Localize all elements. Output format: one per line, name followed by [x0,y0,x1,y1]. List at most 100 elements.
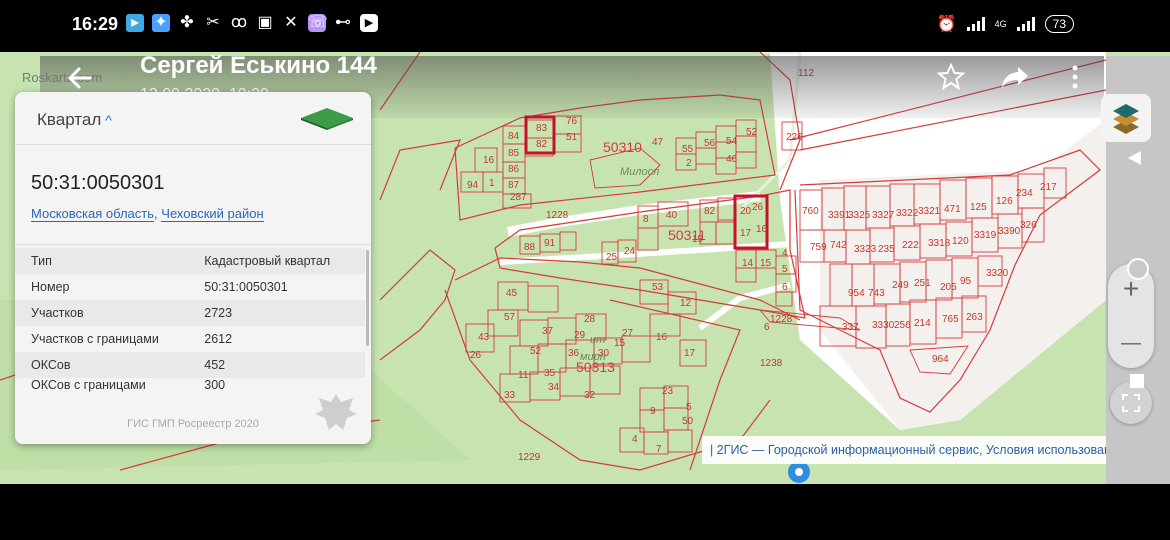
parcel-number: 125 [970,202,987,213]
parcel-number: 3318 [928,238,951,249]
status-bar: 16:29 ▸ ✦ ✤ ✂ ꝏ ▣ ✕ ☏ ⊷ ▶ ⏰ 4G 73 [0,0,1170,52]
parcel-number: 29 [574,330,586,341]
quarter-label: 50310 [603,139,642,155]
youtube-icon: ▶ [360,14,378,32]
parcel-number: 8 [643,214,649,225]
parcel-number: 759 [810,242,827,253]
parcel-number: 6 [782,282,788,293]
map-attribution[interactable]: | 2ГИС — Городской информационный сервис… [702,436,1160,464]
parcel-number: 56 [704,138,716,149]
place-label: Милосл [620,166,659,178]
parcel-number: 251 [914,278,931,289]
parcel-number: 3325 [848,210,871,221]
parcel-number: 26 [470,350,482,361]
quarter-number: 50:31:0050301 [31,172,165,194]
more-button[interactable] [1060,62,1090,92]
row-label: Номер [31,280,70,294]
parcel-number: 28 [584,314,596,325]
parcel-number: 3321 [918,206,941,217]
place-label: ит [590,334,605,346]
parcel-number: 34 [548,382,560,393]
parcel-number: 54 [726,136,738,147]
star-button[interactable] [936,62,966,92]
row-value: Кадастровый квартал [196,248,365,274]
car-icon: ⊷ [335,14,351,31]
zoom-slider-handle[interactable] [1127,258,1149,280]
parcel-number: 82 [536,139,548,150]
layers-icon [1113,104,1139,134]
chevron-up-icon[interactable]: ^ [105,112,112,128]
parcel-number: 3330 [872,320,895,331]
parcel-number: 46 [726,154,738,165]
divider [15,244,371,245]
signal-icon [966,17,985,31]
back-button[interactable] [64,62,96,94]
collapse-panel-icon[interactable] [1128,151,1141,165]
parcel-number: 24 [624,246,636,257]
parcel-number: 15 [760,258,772,269]
parcel-number: 37 [542,326,554,337]
parcel-number: 2 [686,158,692,169]
zoom-out-button[interactable]: — [1108,320,1154,366]
region-link[interactable]: Московская область [31,206,155,222]
parcel-number: 249 [892,280,909,291]
parcel-number: 287 [510,192,527,203]
fan-icon: ✤ [180,14,194,31]
parcel-number: 14 [742,258,754,269]
row-label: Участков [15,300,197,326]
parcel-number: 53 [652,282,664,293]
table-row: Участков 2723 [15,300,365,326]
district-link[interactable]: Чеховский район [161,206,264,222]
parcel-number: 6 [764,322,770,333]
parcel-number: 16 [756,224,768,235]
properties-table: Тип Кадастровый квартал Номер 50:31:005030… [15,248,365,394]
parcel-number: 26 [752,202,764,213]
parcel-number: 1229 [518,452,541,463]
parcel-number: 25 [606,252,618,263]
table-row: Участков с границами 2612 [15,326,365,352]
parcel-number: 214 [914,318,931,329]
parcel-number: 27 [622,328,634,339]
parcel-number: 1 [489,178,495,189]
parcel-number: 85 [508,148,520,159]
parcel-number: 20 [740,206,752,217]
parcel-number: 45 [506,288,518,299]
parcel-number: 3323 [854,244,877,255]
row-label: ОКСов с границами [31,378,146,392]
parcel-number: 222 [902,240,919,251]
parcel-number: 263 [966,312,983,323]
parcel-number: 15 [614,338,626,349]
tools-icon: ✕ [284,14,298,31]
network-type: 4G [994,19,1007,29]
share-button[interactable] [1000,62,1030,92]
parcel-number: 11 [518,370,529,381]
quarter-info-panel: Квартал ^ 50:31:0050301 Московская област… [15,92,371,444]
parcel-number: 234 [1016,188,1033,199]
parcel-number: 36 [568,348,580,359]
parcel-number: 235 [878,244,895,255]
parcel-number: 19 [692,234,704,245]
parcel-number: 5 [782,264,788,275]
media-title: Сергей Еськино 144 [140,52,377,79]
parcel-number: 326 [1020,220,1037,231]
parcel-number: 52 [746,127,758,138]
parcel-number: 9 [650,406,656,417]
status-time: 16:29 [72,14,119,34]
layers-button[interactable] [1101,94,1151,142]
parcel-number: 12 [680,298,692,309]
panel-footer: ГИС ГМП Росреестр 2020 [127,418,259,430]
parcel-number: 964 [932,354,949,365]
fullscreen-button[interactable] [1110,382,1152,424]
parcel-number: 57 [504,312,516,323]
parcel-number: 3319 [974,230,997,241]
row-value: 452 [196,352,365,378]
arrow-left-icon [67,67,92,89]
panel-scrollbar[interactable] [366,250,369,346]
photos-icon: ✦ [152,14,170,32]
table-row: Тип Кадастровый квартал [15,248,365,274]
odnoklassniki-icon: ꝏ [230,14,248,31]
panel-header[interactable]: Квартал ^ [37,110,112,130]
parcel-number: 17 [684,348,696,359]
navigation-app-icon: ▸ [126,14,144,32]
table-row: Номер 50:31:0050301 [15,274,365,300]
